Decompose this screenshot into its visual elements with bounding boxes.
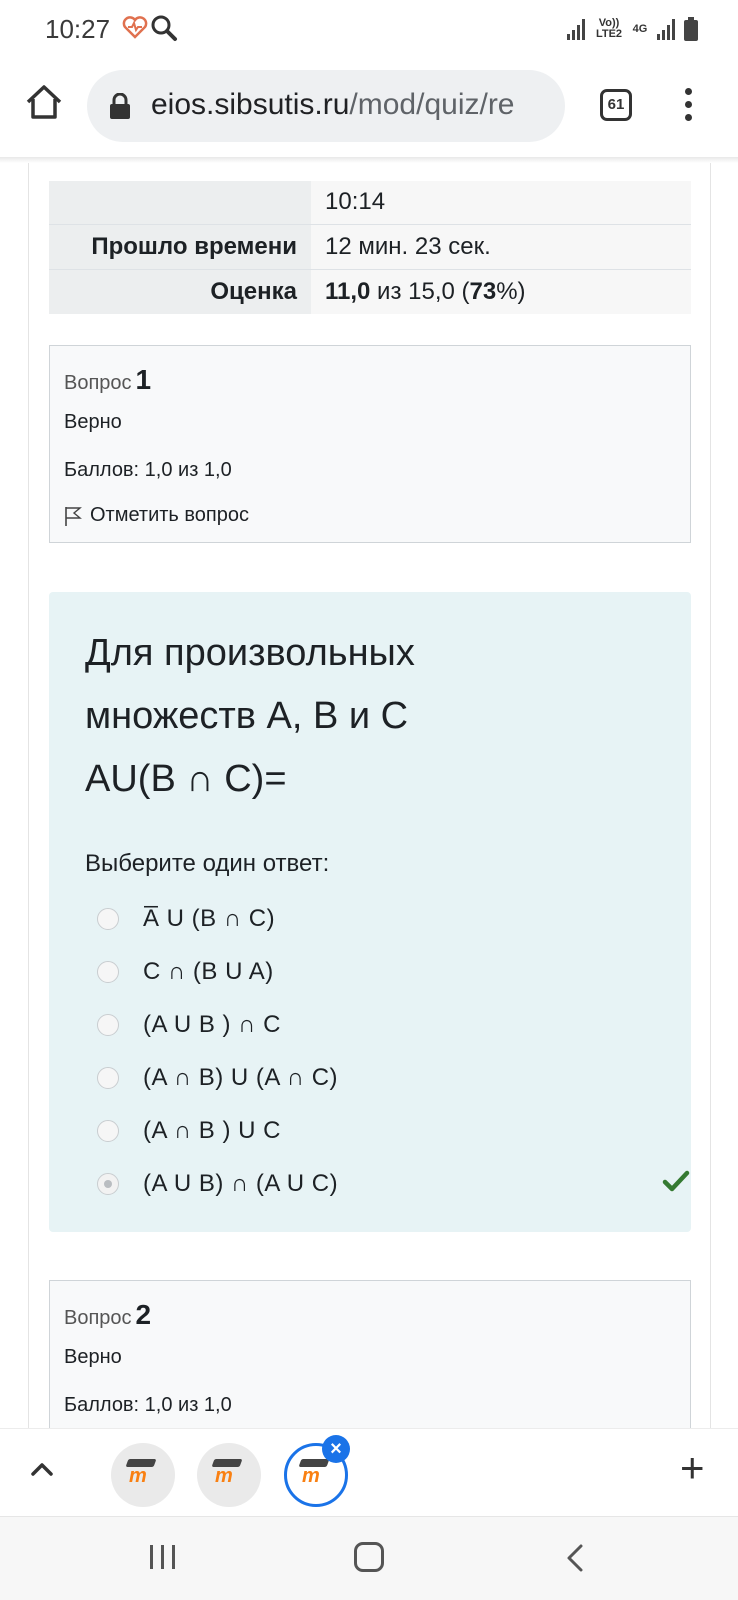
url-text[interactable]: eios.sibsutis.ru/mod/quiz/re (151, 88, 515, 122)
home-nav-icon[interactable] (354, 1542, 384, 1572)
answer-option-selected[interactable]: (A U B) ∩ (A U C) (97, 1157, 690, 1210)
volte-label: Vo)) LTE2 (595, 17, 623, 40)
question-state: Верно (64, 1346, 122, 1368)
question-label: Вопрос (64, 372, 132, 394)
answer-radio[interactable] (97, 960, 119, 983)
moodle-logo-icon: m (302, 1465, 320, 1487)
status-bar: 10:27 Vo)) LTE2 4G (0, 0, 738, 58)
url-host: eios.sibsutis.ru (151, 88, 350, 121)
question-text-line: множеств А, В и С (85, 695, 409, 737)
search-icon (151, 15, 177, 41)
browser-toolbar: eios.sibsutis.ru/mod/quiz/re 61 (0, 58, 738, 158)
answer-radio-checked[interactable] (97, 1172, 119, 1195)
answer-text: (A U B) ∩ (A U C) (143, 1169, 339, 1197)
signal-icon (567, 19, 585, 40)
question-grade: Баллов: 1,0 из 1,0 (64, 459, 232, 481)
question-label: Вопрос (64, 1307, 132, 1329)
recents-icon[interactable] (148, 1543, 178, 1571)
summary-row-label (49, 181, 311, 224)
toolbar-shadow (0, 157, 738, 163)
address-bar[interactable]: eios.sibsutis.ru/mod/quiz/re (87, 70, 565, 142)
answer-radio[interactable] (97, 907, 119, 930)
answer-option[interactable]: (A U B ) ∩ C (97, 998, 657, 1051)
question-state: Верно (64, 411, 122, 433)
url-path: /mod/quiz/re (349, 88, 515, 121)
more-menu-icon[interactable] (680, 88, 696, 124)
attempt-summary-table: 10:14 Прошло времени 12 мин. 23 сек. Оце… (49, 181, 691, 314)
signal-icon (657, 19, 675, 40)
grade-middle: из 15,0 ( (370, 277, 470, 305)
lock-icon (110, 93, 130, 119)
answer-text: C ∩ (B U A) (143, 957, 274, 985)
answer-option[interactable]: (A ∩ B) U (A ∩ C) (97, 1051, 657, 1104)
answer-option[interactable]: A̅ U (B ∩ C) (97, 892, 657, 945)
answer-radio[interactable] (97, 1119, 119, 1142)
flag-icon (65, 506, 82, 526)
question-text-line: AU(B ∩ C)= (85, 758, 287, 800)
summary-time-value: 10:14 (311, 181, 691, 224)
answer-option[interactable]: (A ∩ B ) U C (97, 1104, 657, 1157)
chevron-up-icon[interactable] (30, 1461, 54, 1477)
answer-text: A̅ U (B ∩ C) (143, 904, 276, 932)
page-border-left (28, 163, 29, 1428)
elapsed-label: Прошло времени (49, 223, 311, 270)
grade-end: %) (496, 277, 526, 305)
question-grade: Баллов: 1,0 из 1,0 (64, 1394, 232, 1416)
flag-question-label: Отметить вопрос (90, 504, 249, 526)
question-info-1: Вопрос 1 Верно Баллов: 1,0 из 1,0 Отметит… (49, 345, 691, 543)
grade-value: 11,0 из 15,0 (73%) (311, 269, 691, 314)
answer-option[interactable]: C ∩ (B U A) (97, 945, 657, 998)
tab-thumbnail[interactable]: m (111, 1443, 175, 1507)
moodle-logo-icon: m (129, 1465, 147, 1487)
question-text-line: Для произвольных (85, 632, 415, 674)
tab-switcher-button[interactable]: 61 (600, 89, 632, 121)
elapsed-value: 12 мин. 23 сек. (311, 223, 691, 270)
question-number-value: 1 (135, 364, 152, 395)
question-info-2: Вопрос 2 Верно Баллов: 1,0 из 1,0 (49, 1280, 691, 1440)
system-nav-bar (0, 1516, 738, 1600)
battery-icon (684, 17, 698, 41)
bottom-tab-strip: m m m × + (0, 1428, 738, 1516)
answer-text: (A U B ) ∩ C (143, 1010, 281, 1038)
summary-row-elapsed: Прошло времени 12 мин. 23 сек. (49, 223, 691, 270)
question-content-1: Для произвольных множеств А, В и С AU(B … (49, 592, 691, 1232)
network-4g-label: 4G (632, 22, 648, 35)
answer-radio[interactable] (97, 1066, 119, 1089)
status-right-icons: Vo)) LTE2 4G (566, 14, 698, 44)
answer-text: (A ∩ B ) U C (143, 1116, 281, 1144)
page-border-right (710, 163, 711, 1428)
answer-radio[interactable] (97, 1013, 119, 1036)
grade-label: Оценка (49, 269, 311, 314)
new-tab-button[interactable]: + (680, 1447, 705, 1489)
moodle-logo-icon: m (215, 1465, 233, 1487)
close-tab-icon[interactable]: × (322, 1435, 350, 1463)
question-number-value: 2 (135, 1299, 152, 1330)
answer-list: A̅ U (B ∩ C) C ∩ (B U A) (A U B ) ∩ C (A… (97, 892, 690, 1210)
back-icon[interactable] (565, 1543, 585, 1573)
correct-check-icon (662, 1170, 690, 1192)
summary-row-grade: Оценка 11,0 из 15,0 (73%) (49, 269, 691, 314)
heart-icon (122, 16, 148, 39)
status-time: 10:27 (45, 14, 111, 44)
summary-row-time: 10:14 (49, 181, 691, 224)
tab-thumbnail[interactable]: m (197, 1443, 261, 1507)
grade-percent: 73 (469, 277, 497, 305)
grade-score: 11,0 (325, 277, 371, 305)
home-icon[interactable] (24, 82, 64, 122)
answer-prompt: Выберите один ответ: (85, 850, 330, 877)
question-text: Для произвольных множеств А, В и С AU(B … (85, 622, 645, 811)
question-number: Вопрос 2 (64, 1299, 151, 1331)
question-number: Вопрос 1 (64, 364, 151, 396)
flag-question-link[interactable]: Отметить вопрос (64, 504, 249, 527)
answer-text: (A ∩ B) U (A ∩ C) (143, 1063, 339, 1091)
